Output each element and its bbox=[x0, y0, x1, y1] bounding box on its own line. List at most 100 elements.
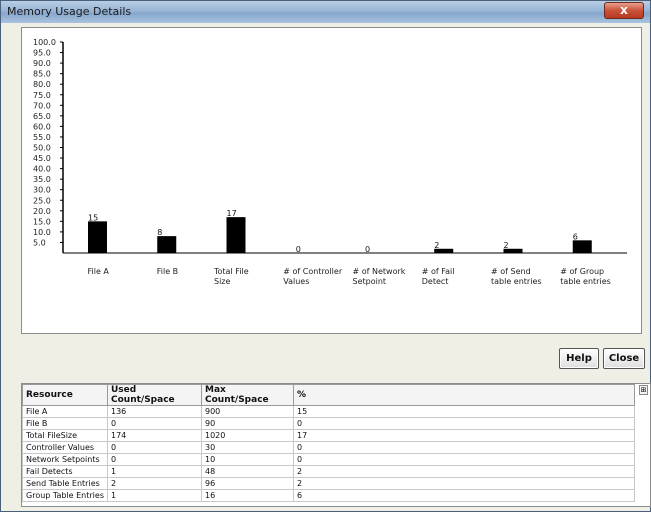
table-row[interactable]: Controller Values 0 30 0 bbox=[22, 441, 635, 454]
table-row[interactable]: Network Setpoints 0 10 0 bbox=[22, 453, 635, 466]
y-tick-label: 100.0 bbox=[33, 38, 56, 47]
data-label: 8 bbox=[157, 228, 162, 237]
table-cell: 2 bbox=[293, 465, 635, 478]
x-tick-label: # of Fail bbox=[422, 267, 455, 276]
table-cell: 0 bbox=[107, 453, 202, 466]
table-cell: File A bbox=[22, 405, 108, 418]
table-row[interactable]: Send Table Entries 2 96 2 bbox=[22, 477, 635, 490]
x-tick-label: Total File bbox=[213, 267, 249, 276]
table-cell: 2 bbox=[107, 477, 202, 490]
bar-chart: 100.0 95.090.0 85.080.0 75.070.0 6 5.0 60.0 55.… bbox=[33, 38, 627, 286]
table-cell: Group Table Entries bbox=[22, 489, 108, 502]
column-header[interactable]: Used Count/Space bbox=[107, 384, 202, 406]
table-cell: 1 bbox=[107, 465, 202, 478]
table-cell: Total FileSize bbox=[22, 429, 108, 442]
close-icon: x bbox=[620, 3, 628, 17]
title-bar[interactable]: Memory Usage Details x bbox=[1, 1, 650, 23]
table-cell: 0 bbox=[107, 417, 202, 430]
table-cell: 17 bbox=[293, 429, 635, 442]
bar bbox=[88, 221, 107, 253]
y-tick-label: 40.0 bbox=[33, 165, 51, 174]
table-cell: 0 bbox=[293, 453, 635, 466]
y-tick-label: 95.0 bbox=[33, 49, 51, 58]
column-header[interactable]: Resource bbox=[22, 384, 108, 406]
table-row[interactable]: Group Table Entries 1 16 6 bbox=[22, 489, 635, 502]
table-row[interactable]: File A 136 900 15 bbox=[22, 405, 635, 418]
chart-panel: 100.0 95.0 90.0 85.0 80.0 75.0 70.0 6 5.0 60.0 55.… bbox=[21, 27, 642, 334]
x-tick-label: File B bbox=[157, 267, 178, 276]
table-cell: Network Setpoints bbox=[22, 453, 108, 466]
data-label: 2 bbox=[504, 241, 509, 250]
table-cell: 10 bbox=[201, 453, 294, 466]
table-cell: 900 bbox=[201, 405, 294, 418]
data-label: 0 bbox=[365, 245, 370, 254]
y-tick-label: 35.0 bbox=[33, 175, 51, 184]
y-tick-label: 60.0 bbox=[33, 122, 51, 131]
data-label: 15 bbox=[88, 213, 98, 222]
bar bbox=[572, 240, 592, 253]
y-tick-label: 25.0 bbox=[33, 196, 51, 205]
data-label: 6 bbox=[573, 232, 578, 241]
y-tick-label: 10.0 bbox=[33, 228, 51, 237]
y-tick-label: 70.0 bbox=[33, 101, 51, 110]
y-tick-label: 30.0 bbox=[33, 186, 51, 195]
table-cell: 16 bbox=[201, 489, 294, 502]
memory-usage-window: Memory Usage Details x 100.0 95.0 90.0 85.0… bbox=[0, 0, 651, 512]
table-row[interactable]: File B 0 90 0 bbox=[22, 417, 635, 430]
column-header[interactable]: Max Count/Space bbox=[201, 384, 294, 406]
data-label: 17 bbox=[227, 209, 237, 218]
data-label: 0 bbox=[296, 245, 301, 254]
table-cell: 6 bbox=[293, 489, 635, 502]
table-cell: 48 bbox=[201, 465, 294, 478]
x-tick-label: # of Send bbox=[491, 267, 531, 276]
y-tick-label: 20.0 bbox=[33, 207, 51, 216]
column-chooser-icon[interactable]: ⊞ bbox=[639, 385, 648, 395]
table-cell: 96 bbox=[201, 477, 294, 490]
x-tick-label: table entries bbox=[491, 277, 542, 286]
table-cell: 30 bbox=[201, 441, 294, 454]
table-cell: Fail Detects bbox=[22, 465, 108, 478]
window-close-button[interactable]: x bbox=[604, 2, 644, 19]
table-cell: Controller Values bbox=[22, 441, 108, 454]
y-tick-label: 85.0 bbox=[33, 70, 51, 79]
table-header-row: Resource Used Count/Space Max Count/Space% bbox=[22, 384, 635, 406]
table-cell: Send Table Entries bbox=[22, 477, 108, 490]
table-cell: File B bbox=[22, 417, 108, 430]
table-row[interactable]: Fail Detects 1 48 2 bbox=[22, 465, 635, 478]
close-button[interactable]: Close bbox=[603, 348, 645, 369]
x-tick-label: Size bbox=[214, 277, 231, 286]
resource-table-panel: Resource Used Count/Space Max Count/Space%… bbox=[21, 383, 651, 507]
x-tick-label: table entries bbox=[560, 277, 611, 286]
table-cell: 15 bbox=[293, 405, 635, 418]
x-tick-label: Setpoint bbox=[353, 277, 387, 286]
table-cell: 0 bbox=[107, 441, 202, 454]
table-row[interactable]: Total FileSize 174 1020 17 bbox=[22, 429, 635, 442]
bar bbox=[157, 236, 177, 253]
x-tick-label: Values bbox=[283, 277, 309, 286]
help-button[interactable]: Help bbox=[559, 348, 599, 369]
table-cell: 1 bbox=[107, 489, 202, 502]
table-cell: 2 bbox=[293, 477, 635, 490]
table-cell: 0 bbox=[293, 417, 635, 430]
y-tick-label: 80.0 bbox=[33, 80, 51, 89]
x-tick-label: File A bbox=[88, 267, 110, 276]
x-tick-label: # of Group bbox=[560, 267, 604, 276]
y-tick-label: 75.0 bbox=[33, 91, 51, 100]
x-tick-label: # of Controller bbox=[283, 267, 343, 276]
y-tick-label: 45.0 bbox=[33, 154, 51, 163]
y-tick-label: 5.0 bbox=[33, 238, 46, 247]
table-cell: 174 bbox=[107, 429, 202, 442]
window-title: Memory Usage Details bbox=[7, 5, 132, 18]
table-cell: 0 bbox=[293, 441, 635, 454]
y-tick-label: 15.0 bbox=[33, 217, 51, 226]
y-tick-label: 55.0 bbox=[33, 133, 51, 142]
y-tick-label: 90.0 bbox=[33, 59, 51, 68]
resource-table: Resource Used Count/Space Max Count/Space%… bbox=[22, 384, 635, 502]
x-tick-label: # of Network bbox=[353, 267, 406, 276]
table-cell: 90 bbox=[201, 417, 294, 430]
bar bbox=[226, 217, 246, 253]
y-tick-label: 50.0 bbox=[33, 144, 51, 153]
data-label: 2 bbox=[434, 241, 439, 250]
x-tick-label: Detect bbox=[422, 277, 449, 286]
column-header[interactable]: % bbox=[293, 384, 635, 406]
